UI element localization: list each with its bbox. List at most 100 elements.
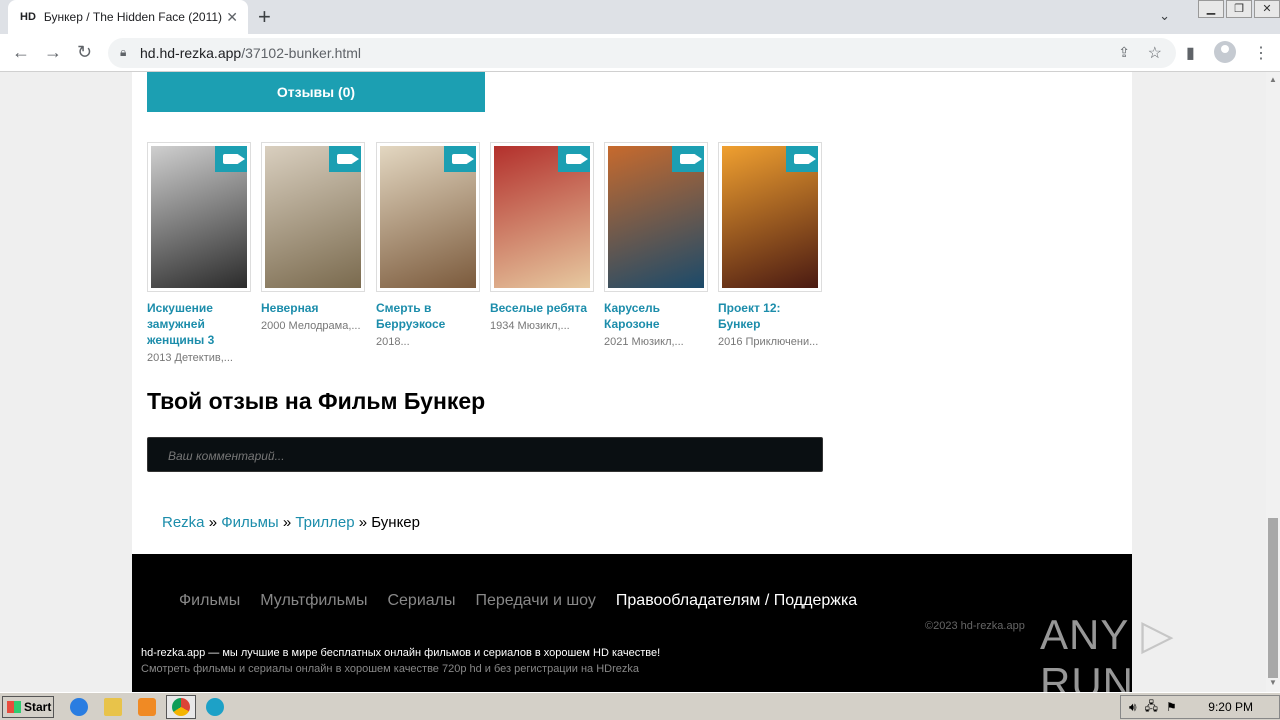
- movie-title-line: Бункер: [718, 317, 761, 331]
- close-window-icon[interactable]: ✕: [1254, 0, 1280, 18]
- movie-title[interactable]: Смерть в Берруэкосе: [376, 300, 480, 332]
- start-label: Start: [24, 700, 52, 714]
- movie-title-line: замужней: [147, 317, 205, 331]
- breadcrumb-films[interactable]: Фильмы: [221, 514, 278, 531]
- comment-input[interactable]: Ваш комментарий...: [147, 437, 823, 472]
- share-icon[interactable]: ⇪: [1118, 44, 1130, 61]
- new-tab-icon[interactable]: +: [258, 4, 271, 30]
- movie-meta: 2016 Приключени...: [718, 336, 819, 348]
- profile-avatar-icon[interactable]: [1214, 41, 1236, 63]
- network-icon[interactable]: 🖧︎: [1145, 697, 1158, 718]
- movie-title-line: Неверная: [261, 301, 319, 315]
- movie-poster[interactable]: [376, 142, 480, 292]
- review-heading: Твой отзыв на Фильм Бункер: [147, 388, 486, 414]
- address-bar[interactable]: 🔒︎ hd.hd-rezka.app/37102-bunker.html ⇪ ☆: [108, 38, 1176, 68]
- movie-card[interactable]: Веселые ребята 1934 Мюзикл,...: [490, 142, 594, 332]
- movie-title-line: Искушение: [147, 301, 213, 315]
- movie-poster[interactable]: [261, 142, 365, 292]
- video-camera-icon: [215, 146, 247, 172]
- movie-card[interactable]: Смерть в Берруэкосе 2018...: [376, 142, 480, 348]
- movie-poster[interactable]: [490, 142, 594, 292]
- footer-link-cartoons[interactable]: Мультфильмы: [260, 592, 367, 610]
- movie-title[interactable]: Неверная: [261, 300, 365, 316]
- chrome-icon: [172, 698, 190, 716]
- site-favicon-icon: HD: [20, 11, 36, 23]
- tab-close-icon[interactable]: ✕: [226, 9, 238, 26]
- start-button[interactable]: Start: [2, 696, 54, 718]
- reviews-button[interactable]: Отзывы (0): [147, 72, 485, 112]
- page-viewport: Отзывы (0) Искушение замужней женщины 3 201…: [0, 72, 1266, 692]
- vertical-scrollbar[interactable]: ▲ ▼: [1266, 72, 1280, 692]
- movie-meta: 2013 Детектив,...: [147, 352, 233, 364]
- edge-icon[interactable]: [206, 698, 224, 716]
- toolbar: ← → ↻ 🔒︎ hd.hd-rezka.app/37102-bunker.ht…: [0, 34, 1280, 72]
- breadcrumb: Rezka » Фильмы » Триллер » Бункер: [162, 514, 420, 531]
- footer-link-support[interactable]: Правообладателям / Поддержка: [616, 592, 857, 610]
- movie-title[interactable]: Проект 12: Бункер: [718, 300, 822, 332]
- footer-description: hd-rezka.app — мы лучшие в мире бесплатн…: [141, 647, 661, 659]
- movie-meta: 2018...: [376, 336, 410, 348]
- movie-meta: 2021 Мюзикл,...: [604, 336, 684, 348]
- scroll-up-icon[interactable]: ▲: [1269, 75, 1277, 84]
- scroll-down-icon[interactable]: ▼: [1269, 678, 1277, 687]
- footer-link-series[interactable]: Сериалы: [387, 592, 455, 610]
- url-text: hd.hd-rezka.app/37102-bunker.html: [140, 45, 361, 61]
- window-controls: ▁ ❐ ✕: [1196, 0, 1280, 22]
- video-camera-icon: [558, 146, 590, 172]
- tab-strip: HD Бункер / The Hidden Face (2011) - С ✕…: [0, 0, 1280, 34]
- video-camera-icon: [329, 146, 361, 172]
- movie-poster[interactable]: [604, 142, 708, 292]
- lock-icon[interactable]: 🔒︎: [120, 45, 126, 60]
- video-camera-icon: [672, 146, 704, 172]
- volume-icon[interactable]: 🔊︎: [1129, 700, 1137, 715]
- url-path: /37102-bunker.html: [241, 45, 362, 61]
- movie-title[interactable]: Искушение замужней женщины 3: [147, 300, 251, 348]
- tab-search-chevron-icon[interactable]: ⌄: [1159, 8, 1170, 24]
- movie-card[interactable]: Проект 12: Бункер 2016 Приключени...: [718, 142, 822, 348]
- movie-title-line: Берруэкосе: [376, 317, 446, 331]
- action-center-flag-icon[interactable]: ⚑: [1166, 700, 1177, 714]
- restore-icon[interactable]: ❐: [1226, 0, 1252, 18]
- explorer-folder-icon[interactable]: [104, 698, 122, 716]
- url-domain: hd.hd-rezka.app: [140, 45, 242, 61]
- bookmark-star-icon[interactable]: ☆: [1148, 43, 1162, 63]
- movie-title[interactable]: Карусель Карозоне: [604, 300, 708, 332]
- forward-icon[interactable]: →: [44, 42, 62, 63]
- breadcrumb-thriller[interactable]: Триллер: [295, 514, 354, 531]
- tab-title: Бункер / The Hidden Face (2011) - С: [43, 10, 224, 24]
- clock[interactable]: 9:20 PM: [1208, 700, 1253, 714]
- breadcrumb-sep: »: [358, 514, 368, 531]
- main-content: Отзывы (0) Искушение замужней женщины 3 201…: [132, 72, 1132, 554]
- breadcrumb-current: Бункер: [371, 514, 420, 531]
- side-panel-icon[interactable]: ▮: [1186, 43, 1195, 63]
- footer-nav: Фильмы Мультфильмы Сериалы Передачи и шо…: [179, 592, 857, 610]
- footer-link-shows[interactable]: Передачи и шоу: [476, 592, 596, 610]
- movie-card[interactable]: Неверная 2000 Мелодрама,...: [261, 142, 365, 332]
- media-player-icon[interactable]: [138, 698, 156, 716]
- movie-title-line: Карусель: [604, 301, 661, 315]
- movie-title[interactable]: Веселые ребята: [490, 300, 594, 316]
- footer-link-films[interactable]: Фильмы: [179, 592, 240, 610]
- video-camera-icon: [444, 146, 476, 172]
- breadcrumb-rezka[interactable]: Rezka: [162, 514, 205, 531]
- minimize-icon[interactable]: ▁: [1198, 0, 1224, 18]
- copyright: ©2023 hd-rezka.app: [925, 620, 1025, 632]
- browser-tab[interactable]: HD Бункер / The Hidden Face (2011) - С ✕: [8, 0, 248, 34]
- movie-meta: 1934 Мюзикл,...: [490, 320, 570, 332]
- ie-icon[interactable]: [70, 698, 88, 716]
- movie-meta: 2000 Мелодрама,...: [261, 320, 361, 332]
- movie-title-line: Веселые ребята: [490, 301, 588, 315]
- menu-kebab-icon[interactable]: ⋮: [1253, 43, 1269, 63]
- movie-poster[interactable]: [147, 142, 251, 292]
- reload-icon[interactable]: ↻: [77, 42, 92, 63]
- movie-card[interactable]: Искушение замужней женщины 3 2013 Детектив,…: [147, 142, 251, 364]
- movie-card[interactable]: Карусель Карозоне 2021 Мюзикл,...: [604, 142, 708, 348]
- scroll-thumb[interactable]: [1268, 518, 1278, 678]
- taskbar: Start 🔊︎ 🖧︎ ⚑ 9:20 PM: [0, 692, 1280, 720]
- movie-title-line: Смерть в: [376, 301, 432, 315]
- video-camera-icon: [786, 146, 818, 172]
- footer: Фильмы Мультфильмы Сериалы Передачи и шо…: [132, 554, 1132, 692]
- breadcrumb-sep: »: [282, 514, 292, 531]
- back-icon[interactable]: ←: [12, 42, 30, 63]
- movie-poster[interactable]: [718, 142, 822, 292]
